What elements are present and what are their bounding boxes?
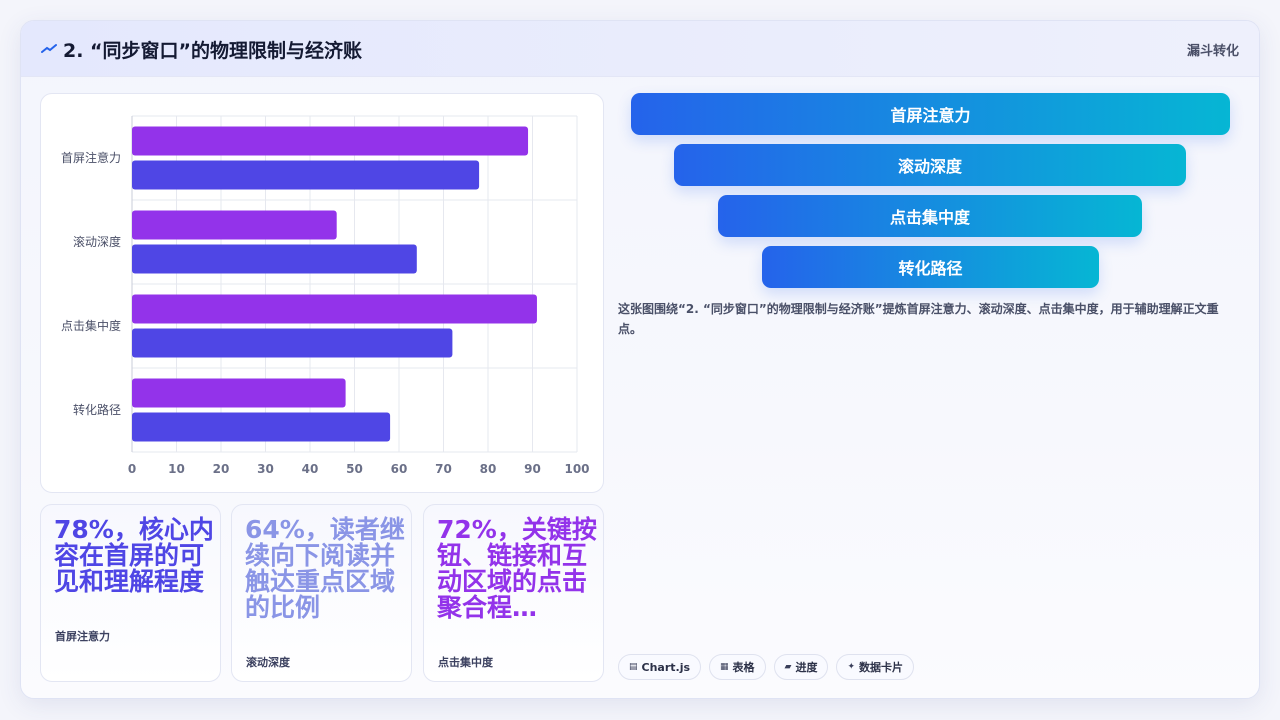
y-tick-label: 转化路径 <box>73 402 121 417</box>
x-tick-label: 90 <box>524 462 541 476</box>
tag-data-card[interactable]: ✦ 数据卡片 <box>836 654 915 680</box>
summary-text: 这张图围绕“2. “同步窗口”的物理限制与经济账”提炼首屏注意力、滚动深度、点击… <box>618 302 1219 336</box>
bar <box>132 328 453 358</box>
bar <box>132 412 391 442</box>
bar <box>132 160 480 190</box>
bar-chart-panel: 首屏注意力滚动深度点击集中度转化路径 0 10 20 30 40 50 60 70 80 90 100 <box>40 93 604 493</box>
x-tick-label: 100 <box>564 462 589 476</box>
x-tick-label: 30 <box>257 462 274 476</box>
stat-card-attention: 78%，核心内容在首屏的可见和理解程度 首屏注意力 <box>40 504 221 682</box>
bar <box>132 378 346 408</box>
bar <box>132 294 537 324</box>
tag-table[interactable]: ▦ 表格 <box>709 654 766 680</box>
stat-value: 64%，读者继续向下阅读并触达重点区域的比例 <box>245 515 405 622</box>
funnel-stage-4: 转化路径 <box>762 246 1099 288</box>
sparkle-icon: ✦ <box>847 662 856 672</box>
bar <box>132 244 417 274</box>
page-title: 2. “同步窗口”的物理限制与经济账 <box>63 40 363 62</box>
table-icon: ▦ <box>720 662 729 672</box>
progress-icon: ▰ <box>784 662 792 672</box>
y-tick-label: 首屏注意力 <box>61 150 121 165</box>
slide-card: 2. “同步窗口”的物理限制与经济账 漏斗转化 首屏注意力 滚动深度 点击集中度 转化… <box>20 20 1260 699</box>
tag-label: 进度 <box>795 661 818 674</box>
tag-label: 数据卡片 <box>859 661 904 674</box>
tag-progress[interactable]: ▰ 进度 <box>773 654 829 680</box>
stat-label: 首屏注意力 <box>55 630 110 643</box>
bar <box>132 126 529 156</box>
funnel-stage-1: 首屏注意力 <box>631 93 1230 135</box>
funnel-stage-3: 点击集中度 <box>718 195 1142 237</box>
header: 2. “同步窗口”的物理限制与经济账 漏斗转化 <box>21 21 1259 77</box>
stat-card-click: 72%，关键按钮、链接和互动区域的点击聚合程… 点击集中度 <box>423 504 604 682</box>
tag-label: Chart.js <box>641 660 691 674</box>
stat-card-scroll: 64%，读者继续向下阅读并触达重点区域的比例 滚动深度 <box>231 504 412 682</box>
stat-label: 滚动深度 <box>246 656 290 669</box>
bar-chart: 首屏注意力滚动深度点击集中度转化路径 0 10 20 30 40 50 60 70 80 90 100 <box>61 115 590 476</box>
x-tick-label: 60 <box>391 462 408 476</box>
stat-value: 72%，关键按钮、链接和互动区域的点击聚合程… <box>437 515 597 622</box>
x-tick-label: 0 <box>128 462 136 476</box>
tag-label: 表格 <box>732 661 755 674</box>
funnel-stage-2: 滚动深度 <box>674 144 1186 186</box>
y-tick-label: 滚动深度 <box>73 234 121 249</box>
tag-list: ▤ Chart.js ▦ 表格 ▰ 进度 ✦ 数据卡片 <box>618 654 915 680</box>
x-tick-label: 10 <box>168 462 185 476</box>
x-tick-label: 20 <box>213 462 230 476</box>
tag-chartjs[interactable]: ▤ Chart.js <box>618 654 702 680</box>
x-tick-label: 70 <box>435 462 452 476</box>
y-tick-label: 点击集中度 <box>61 318 121 333</box>
bar <box>132 210 337 240</box>
x-tick-label: 50 <box>346 462 363 476</box>
chart-icon: ▤ <box>629 662 638 672</box>
stat-value: 78%，核心内容在首屏的可见和理解程度 <box>54 515 214 596</box>
x-tick-label: 40 <box>302 462 319 476</box>
stat-label: 点击集中度 <box>438 656 493 669</box>
header-tag: 漏斗转化 <box>1186 44 1239 59</box>
trend-icon <box>41 44 57 53</box>
x-tick-label: 80 <box>480 462 497 476</box>
